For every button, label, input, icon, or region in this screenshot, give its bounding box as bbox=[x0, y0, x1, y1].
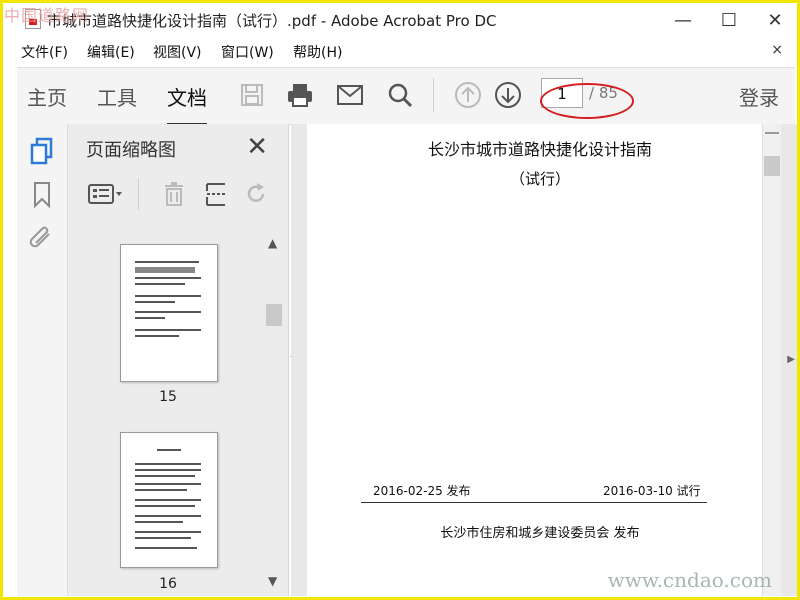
rotate-page-icon[interactable] bbox=[236, 176, 276, 212]
effective-date: 2016-03-10 试行 bbox=[603, 484, 701, 498]
document-subtitle: （试行） bbox=[509, 170, 570, 188]
window-title: 市城市道路快捷化设计指南（试行）.pdf - Adobe Acrobat Pro… bbox=[47, 12, 497, 30]
tab-home[interactable]: 主页 bbox=[27, 82, 67, 111]
site-watermark: 中国道路网 bbox=[4, 6, 90, 25]
collapse-right-panel-icon[interactable]: ▶ bbox=[787, 354, 795, 365]
next-page-icon[interactable] bbox=[493, 80, 523, 110]
document-scrollbar[interactable] bbox=[762, 124, 781, 596]
close-document-button[interactable]: × bbox=[771, 42, 783, 58]
close-window-button[interactable]: ✕ bbox=[752, 3, 798, 37]
menu-file[interactable]: 文件(F) bbox=[21, 42, 68, 62]
app-window: 市城市道路快捷化设计指南（试行）.pdf - Adobe Acrobat Pro… bbox=[0, 0, 800, 600]
maximize-button[interactable]: ☐ bbox=[706, 3, 752, 37]
save-icon[interactable] bbox=[237, 80, 267, 110]
title-bar: 市城市道路快捷化设计指南（试行）.pdf - Adobe Acrobat Pro… bbox=[3, 3, 797, 37]
menu-edit[interactable]: 编辑(E) bbox=[87, 42, 135, 62]
thumbnails-panel: 页面缩略图 ✕ 15 16 ▲ ▼ bbox=[68, 124, 289, 596]
tab-tools[interactable]: 工具 bbox=[97, 82, 137, 111]
menu-view[interactable]: 视图(V) bbox=[153, 42, 202, 62]
page-number-input[interactable]: 1 bbox=[541, 78, 583, 108]
login-button[interactable]: 登录 bbox=[739, 82, 779, 111]
menu-bar: 文件(F) 编辑(E) 视图(V) 窗口(W) 帮助(H) × bbox=[3, 39, 797, 63]
document-viewer: 长沙市城市道路快捷化设计指南 （试行） 2016-02-25 发布 2016-0… bbox=[291, 124, 797, 596]
menu-help[interactable]: 帮助(H) bbox=[293, 42, 342, 62]
search-icon[interactable] bbox=[385, 80, 415, 110]
delete-page-icon[interactable] bbox=[154, 176, 194, 212]
panel-divider bbox=[138, 178, 139, 210]
panel-close-button[interactable]: ✕ bbox=[246, 132, 268, 162]
document-title: 长沙市城市道路快捷化设计指南 bbox=[427, 140, 652, 159]
document-page: 长沙市城市道路快捷化设计指南 （试行） 2016-02-25 发布 2016-0… bbox=[307, 124, 773, 596]
scroll-down-icon[interactable]: ▼ bbox=[268, 574, 277, 588]
left-nav-rail bbox=[17, 124, 68, 596]
horizontal-rule bbox=[361, 502, 707, 503]
thumbnail-options-icon[interactable] bbox=[86, 176, 126, 212]
thumbnail-page-15[interactable] bbox=[120, 244, 218, 382]
page-thumbnails-icon[interactable] bbox=[27, 136, 57, 166]
url-watermark: www.cndao.com bbox=[607, 568, 772, 592]
email-icon[interactable] bbox=[335, 80, 365, 110]
bookmark-icon[interactable] bbox=[27, 180, 57, 210]
attachment-icon[interactable] bbox=[27, 224, 57, 254]
print-icon[interactable] bbox=[285, 80, 315, 110]
thumbnail-page-16[interactable] bbox=[120, 432, 218, 568]
publish-date: 2016-02-25 发布 bbox=[373, 484, 471, 498]
previous-page-icon[interactable] bbox=[453, 80, 483, 110]
issuer: 长沙市住房和城乡建设委员会 发布 bbox=[440, 526, 640, 541]
panel-title: 页面缩略图 bbox=[86, 140, 176, 161]
document-scroll-thumb[interactable] bbox=[764, 156, 780, 176]
menu-window[interactable]: 窗口(W) bbox=[221, 42, 274, 62]
toolbar-divider bbox=[433, 78, 434, 112]
extract-page-icon[interactable] bbox=[196, 176, 236, 212]
thumbnail-label-15: 15 bbox=[159, 389, 177, 405]
scroll-up-icon[interactable]: ▲ bbox=[268, 236, 277, 250]
tab-document[interactable]: 文档 bbox=[167, 82, 207, 125]
minimize-button[interactable]: — bbox=[660, 3, 706, 37]
main-toolbar: 主页 工具 文档 1 / 85 登录 bbox=[17, 67, 795, 125]
thumbnail-label-16: 16 bbox=[159, 576, 177, 592]
scroll-thumb[interactable] bbox=[266, 304, 282, 326]
thumbnail-scrollbar[interactable]: ▲ ▼ bbox=[266, 234, 282, 594]
page-total: / 85 bbox=[589, 84, 618, 102]
scroll-top-icon[interactable] bbox=[765, 126, 779, 134]
thumbnail-list: 15 16 bbox=[68, 234, 288, 594]
